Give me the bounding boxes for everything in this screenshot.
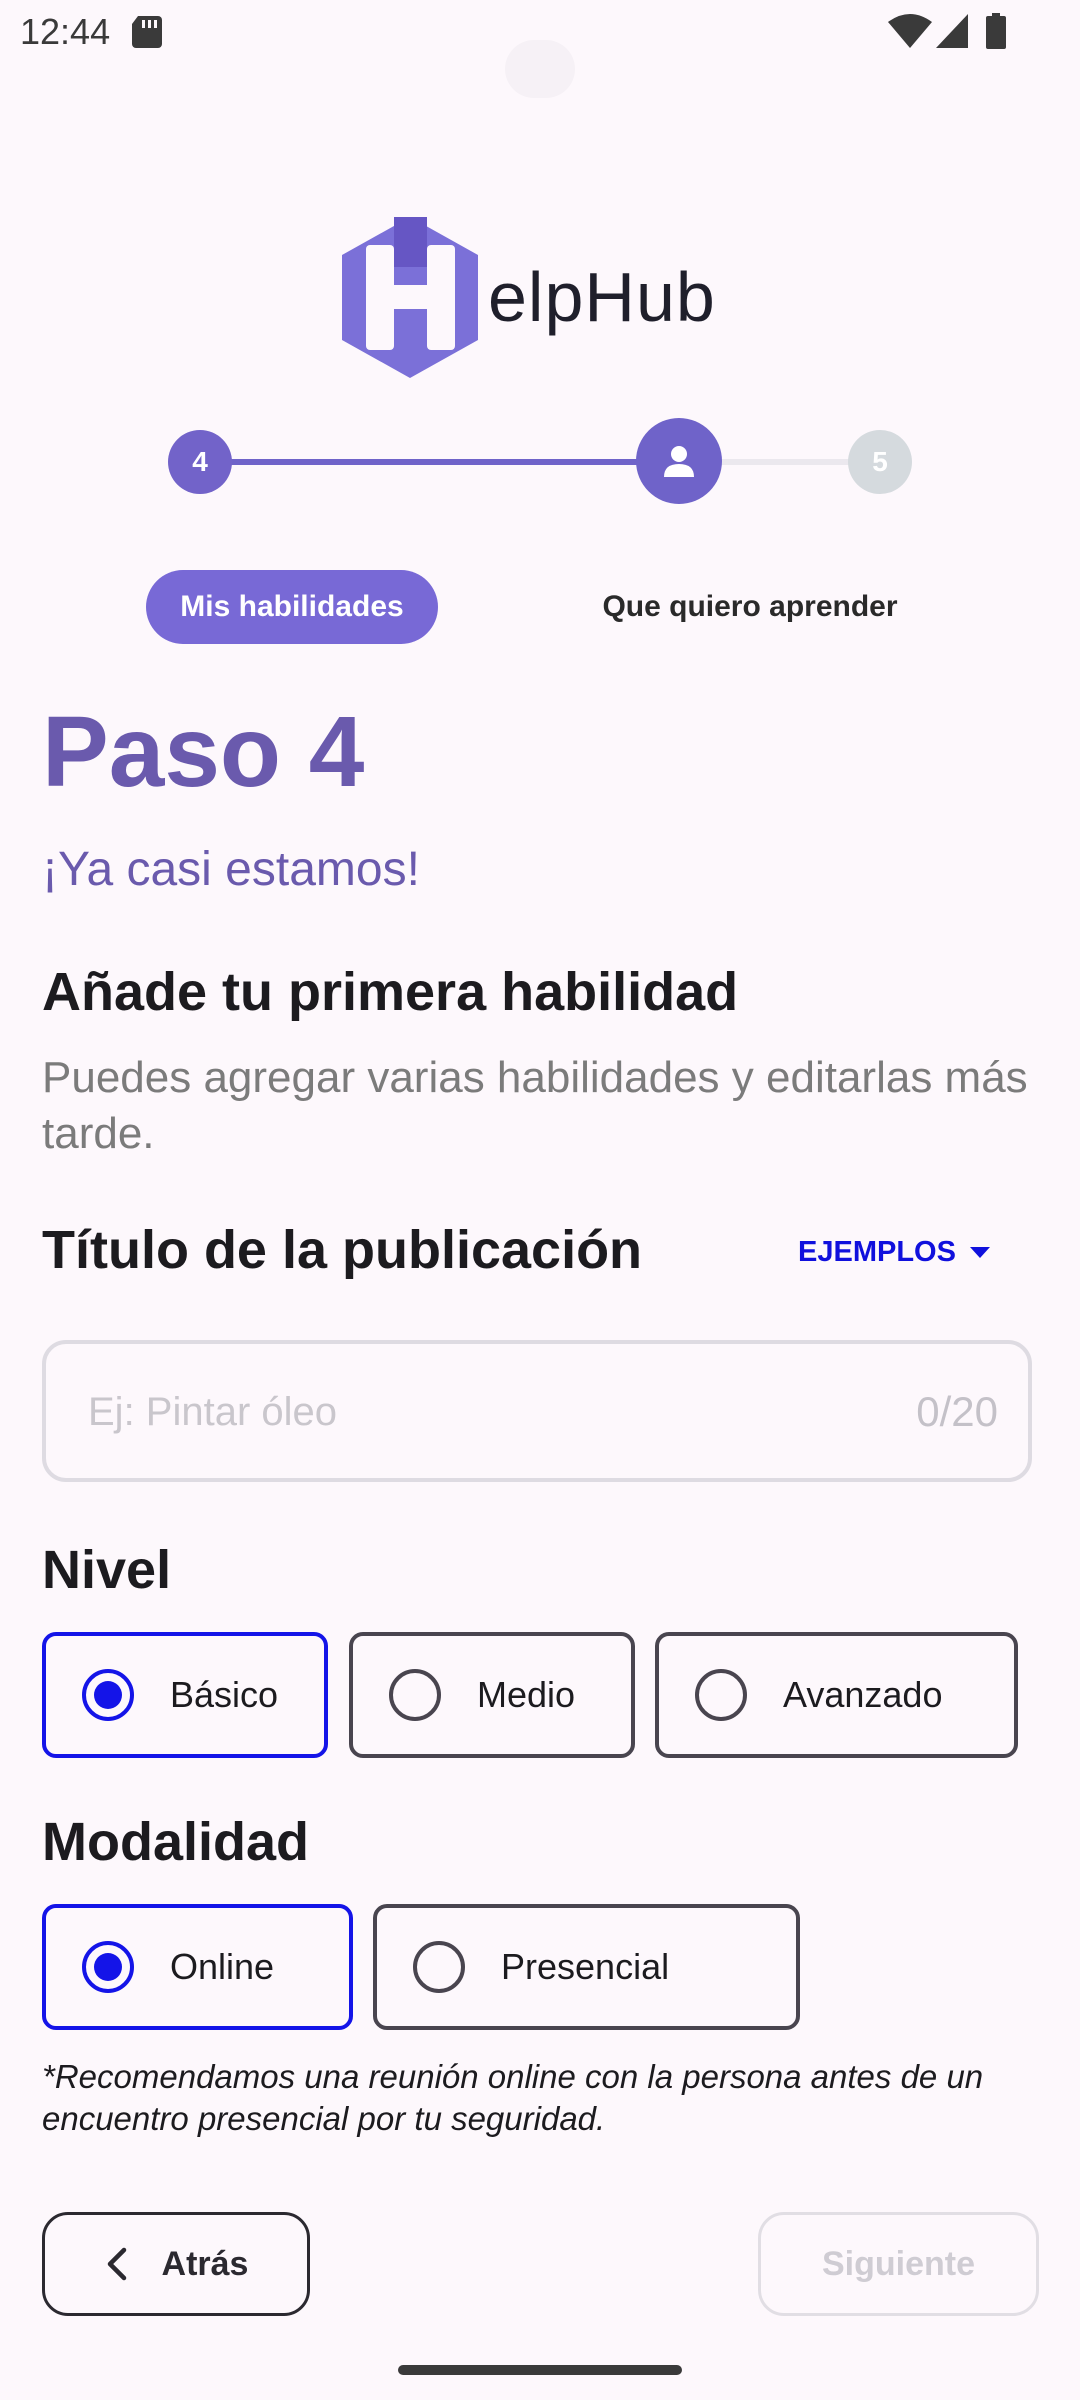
level-option-medio[interactable]: Medio	[349, 1632, 635, 1758]
level-option-label: Medio	[477, 1674, 576, 1715]
step-4-indicator: 4	[168, 430, 232, 494]
level-label: Nivel	[42, 1540, 172, 1600]
page-title: Paso 4	[42, 696, 365, 808]
tab-que-quiero-aprender[interactable]: Que quiero aprender	[560, 570, 940, 644]
helphub-logo-mark	[342, 217, 478, 378]
wifi-icon	[888, 14, 932, 48]
radio-selected-icon	[82, 1669, 134, 1721]
mode-option-label: Presencial	[501, 1946, 670, 1987]
character-counter: 0/20	[916, 1388, 998, 1435]
current-step-indicator	[636, 418, 722, 504]
person-icon	[664, 446, 694, 477]
mode-label: Modalidad	[42, 1812, 309, 1872]
back-button[interactable]: Atrás	[42, 2212, 310, 2316]
page-subtitle: ¡Ya casi estamos!	[42, 843, 420, 896]
battery-icon	[986, 13, 1006, 49]
section-heading: Añade tu primera habilidad	[42, 962, 739, 1022]
mode-option-online[interactable]: Online	[42, 1904, 353, 2030]
front-camera	[505, 40, 575, 98]
examples-dropdown-button[interactable]: EJEMPLOS	[798, 1230, 990, 1274]
examples-label: EJEMPLOS	[798, 1235, 956, 1268]
section-description: Puedes agregar varias habilidades y edit…	[42, 1053, 1028, 1158]
publication-title-input[interactable]	[86, 1344, 870, 1480]
level-option-label: Avanzado	[783, 1674, 943, 1715]
level-option-label: Básico	[170, 1674, 279, 1715]
next-button[interactable]: Siguiente	[758, 2212, 1039, 2316]
caret-down-icon	[969, 1246, 990, 1258]
status-time: 12:44	[20, 11, 111, 52]
stepper-progress-line	[200, 459, 678, 465]
publication-title-label: Título de la publicación	[42, 1220, 643, 1280]
chevron-left-icon	[107, 2247, 126, 2281]
safety-note: *Recomendamos una reunión online con la …	[42, 2058, 984, 2137]
radio-unselected-icon	[389, 1669, 441, 1721]
radio-unselected-icon	[413, 1941, 465, 1993]
logo-wordmark: elpHub	[488, 258, 716, 336]
publication-title-field: 0/20	[42, 1340, 1032, 1482]
signal-icon	[936, 14, 968, 48]
mode-option-label: Online	[170, 1946, 275, 1987]
level-option-avanzado[interactable]: Avanzado	[655, 1632, 1018, 1758]
level-option-basico[interactable]: Básico	[42, 1632, 328, 1758]
home-indicator[interactable]	[398, 2365, 682, 2375]
step-5-indicator: 5	[848, 430, 912, 494]
mode-option-presencial[interactable]: Presencial	[373, 1904, 800, 2030]
sd-card-icon	[132, 16, 162, 48]
helphub-logo: elpHub	[338, 215, 748, 385]
radio-selected-icon	[82, 1941, 134, 1993]
tab-mis-habilidades[interactable]: Mis habilidades	[146, 570, 438, 644]
radio-unselected-icon	[695, 1669, 747, 1721]
back-button-label: Atrás	[161, 2244, 249, 2283]
